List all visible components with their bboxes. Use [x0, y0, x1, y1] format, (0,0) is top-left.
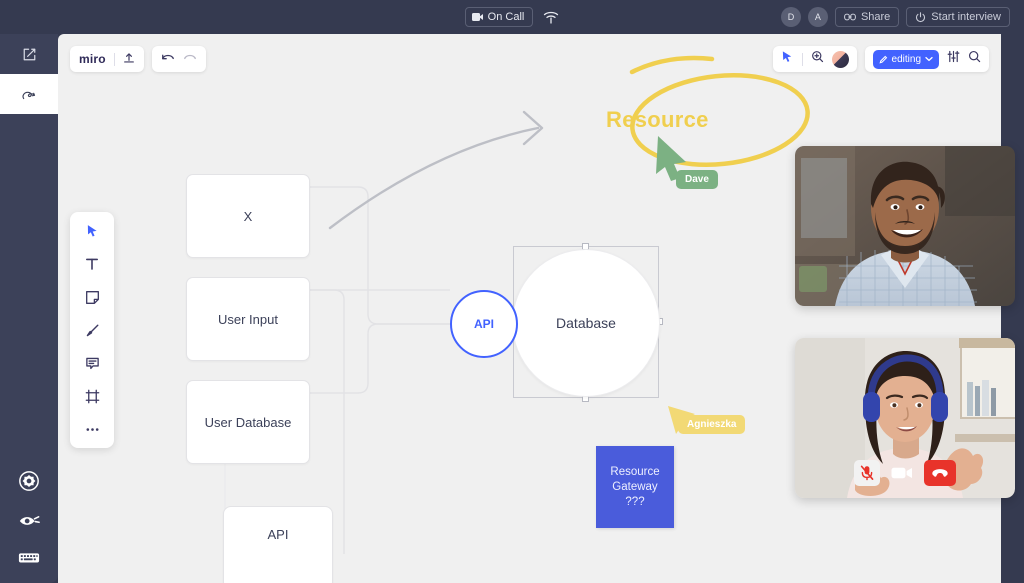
- keyboard-icon[interactable]: [18, 550, 40, 569]
- tool-sticky-note[interactable]: [81, 287, 103, 307]
- mic-muted-button[interactable]: [854, 460, 880, 486]
- start-interview-label: Start interview: [931, 11, 1001, 23]
- undo-redo-chip: [152, 46, 206, 72]
- redo-icon[interactable]: [183, 52, 197, 66]
- tool-frame[interactable]: [81, 386, 103, 406]
- avatar-initial: D: [788, 12, 795, 22]
- mode-group: editing: [865, 46, 989, 72]
- share-label: Share: [861, 11, 890, 23]
- diagram-circle-database[interactable]: Database: [512, 249, 660, 397]
- node-label: API: [268, 527, 289, 542]
- pencil-icon: [879, 55, 888, 64]
- avatar-initial: A: [815, 12, 821, 22]
- presence-group: [773, 46, 857, 72]
- sliders-icon[interactable]: [947, 50, 960, 68]
- wifi-icon[interactable]: [543, 10, 559, 24]
- power-icon: [915, 12, 926, 23]
- on-call-label: On Call: [488, 11, 525, 23]
- camera-button[interactable]: [889, 460, 915, 486]
- tool-select[interactable]: [81, 221, 103, 241]
- video-tile-participant-1[interactable]: [795, 146, 1015, 306]
- sidebar-item-whiteboard[interactable]: [0, 74, 58, 114]
- top-bar-right: D A Share Start interview: [781, 0, 1010, 34]
- tool-text[interactable]: [81, 254, 103, 274]
- video-camera-icon: [472, 13, 483, 21]
- sticky-line-2: Gateway: [610, 480, 659, 495]
- app-window: On Call D A: [0, 0, 1024, 583]
- sticky-line-1: Resource: [610, 465, 659, 480]
- editing-label: editing: [892, 54, 921, 65]
- editing-mode-button[interactable]: editing: [873, 50, 939, 69]
- tool-palette: [70, 212, 114, 448]
- whiteboard-icon: [21, 87, 37, 102]
- video-feed: [795, 146, 1015, 306]
- diagram-node-user-input[interactable]: User Input: [186, 277, 310, 361]
- diagram-node-api-box[interactable]: API: [223, 506, 333, 583]
- api-label: API: [474, 317, 494, 331]
- pencil-square-icon: [22, 47, 37, 62]
- miro-brand-chip[interactable]: miro: [70, 46, 144, 72]
- on-call-button[interactable]: On Call: [465, 7, 534, 27]
- start-interview-button[interactable]: Start interview: [906, 7, 1010, 27]
- diagram-node-user-database[interactable]: User Database: [186, 380, 310, 464]
- gear-target-icon[interactable]: [18, 470, 40, 497]
- divider: [114, 53, 115, 66]
- node-label: X: [244, 209, 253, 224]
- upload-icon[interactable]: [123, 52, 135, 67]
- node-label: User Database: [205, 415, 292, 430]
- divider: [802, 53, 803, 66]
- chevron-down-icon: [925, 56, 933, 62]
- top-bar: On Call D A: [0, 0, 1024, 34]
- undo-icon[interactable]: [161, 52, 175, 66]
- search-icon[interactable]: [968, 50, 981, 68]
- tool-pen[interactable]: [81, 320, 103, 340]
- video-tile-participant-2[interactable]: [795, 338, 1015, 498]
- link-icon: [844, 12, 856, 22]
- video-camera-icon: [891, 466, 913, 480]
- eye-icon[interactable]: [18, 513, 40, 534]
- sidebar-item-editor[interactable]: [0, 34, 58, 74]
- cursor-label-agnieszka: Agnieszka: [678, 415, 745, 434]
- collaborator-avatar[interactable]: [832, 51, 849, 68]
- node-label: User Input: [218, 312, 278, 327]
- sticky-line-3: ???: [610, 495, 659, 510]
- board-toolbar-right: editing: [773, 46, 989, 72]
- comment-add-icon[interactable]: [811, 50, 824, 68]
- database-label: Database: [556, 315, 616, 331]
- sticky-note-resource-gateway[interactable]: Resource Gateway ???: [596, 446, 674, 528]
- cursor-select-icon[interactable]: [781, 50, 794, 68]
- pointer-arrow: [330, 112, 542, 228]
- board-toolbar-left: miro: [70, 46, 206, 72]
- phone-hangup-icon: [931, 467, 949, 479]
- mic-muted-icon: [860, 465, 874, 481]
- left-rail: C: [0, 0, 58, 583]
- share-button[interactable]: Share: [835, 7, 899, 27]
- diagram-circle-api[interactable]: API: [450, 290, 518, 358]
- rail-bottom-group: [18, 470, 40, 583]
- diagram-node-x[interactable]: X: [186, 174, 310, 258]
- resource-doodle-text[interactable]: Resource: [606, 107, 709, 133]
- whiteboard-canvas[interactable]: miro: [58, 34, 1001, 583]
- avatar[interactable]: D: [781, 7, 801, 27]
- tool-more[interactable]: [81, 419, 103, 439]
- avatar[interactable]: A: [808, 7, 828, 27]
- cursor-label-dave: Dave: [676, 170, 718, 189]
- miro-logo: miro: [79, 52, 106, 66]
- hang-up-button[interactable]: [924, 460, 956, 486]
- tool-comment[interactable]: [81, 353, 103, 373]
- video-controls: [795, 460, 1015, 486]
